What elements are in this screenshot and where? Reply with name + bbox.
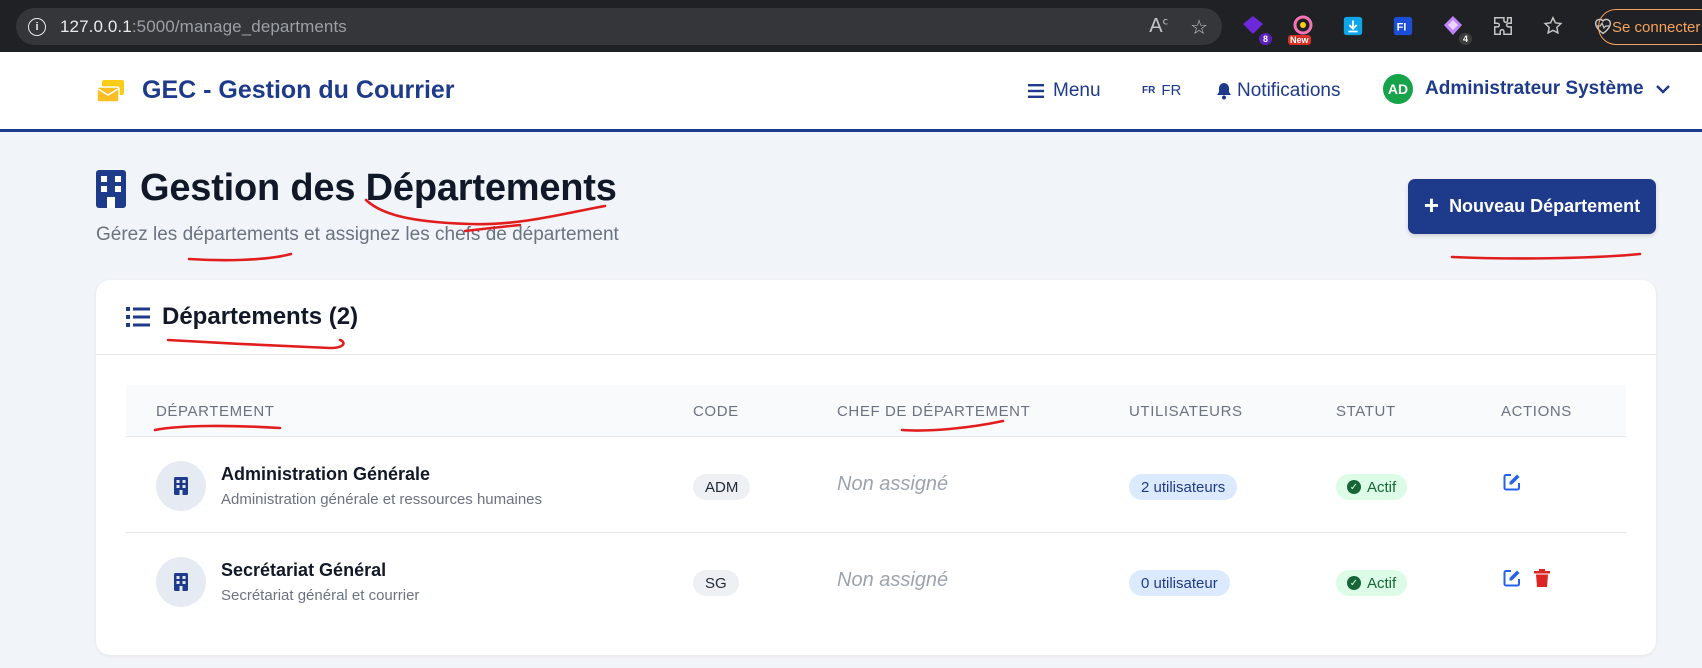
notifications-label: Notifications bbox=[1237, 80, 1341, 101]
departments-table: DÉPARTEMENT CODE CHEF DE DÉPARTEMENT UTI… bbox=[126, 385, 1626, 629]
menu-label: Menu bbox=[1053, 80, 1101, 101]
page-header: Gestion des Départements bbox=[96, 167, 617, 210]
app-navbar: GEC - Gestion du Courrier Menu FR FR Not… bbox=[0, 52, 1702, 132]
bell-icon bbox=[1217, 83, 1231, 100]
table-row: Administration Générale Administration g… bbox=[126, 437, 1626, 533]
browser-signin-button[interactable]: Se connecter bbox=[1598, 9, 1702, 45]
avatar: AD bbox=[1383, 74, 1413, 104]
card-title: Départements (2) bbox=[162, 303, 359, 330]
users-count-badge: 0 utilisateur bbox=[1129, 570, 1230, 596]
header-chef[interactable]: CHEF DE DÉPARTEMENT bbox=[837, 403, 1030, 420]
chevron-down-icon bbox=[1655, 85, 1670, 94]
status-badge: ✓ Actif bbox=[1336, 570, 1408, 596]
extension-new-icon[interactable]: New bbox=[1288, 12, 1318, 45]
trash-icon[interactable] bbox=[1531, 567, 1553, 589]
url-text[interactable]: 127.0.0.1:5000/manage_departments bbox=[60, 17, 347, 37]
edit-icon[interactable] bbox=[1501, 567, 1523, 589]
read-aloud-icon[interactable]: Aⅽ bbox=[1149, 15, 1168, 40]
department-description: Administration générale et ressources hu… bbox=[221, 491, 542, 508]
extension-fi-icon[interactable]: FI bbox=[1388, 12, 1418, 40]
department-chef: Non assigné bbox=[837, 569, 949, 591]
brand-title: GEC - Gestion du Courrier bbox=[142, 76, 455, 104]
header-code[interactable]: CODE bbox=[693, 403, 739, 420]
department-name: Administration Générale bbox=[221, 464, 431, 484]
row-actions bbox=[1501, 567, 1553, 589]
header-department[interactable]: DÉPARTEMENT bbox=[156, 403, 275, 420]
extension-gem-icon[interactable]: 4 bbox=[1438, 12, 1472, 45]
card-header: Départements (2) bbox=[96, 280, 1656, 355]
browser-toolbar: i 127.0.0.1:5000/manage_departments Aⅽ ☆… bbox=[0, 0, 1702, 52]
flag-icon: FR bbox=[1142, 85, 1156, 96]
table-header: DÉPARTEMENT CODE CHEF DE DÉPARTEMENT UTI… bbox=[126, 385, 1626, 437]
user-name: Administrateur Système bbox=[1425, 78, 1644, 99]
site-info-icon[interactable]: i bbox=[28, 17, 46, 36]
menu-toggle[interactable]: Menu bbox=[1028, 80, 1101, 102]
notifications-link[interactable]: Notifications bbox=[1216, 80, 1341, 102]
table-row: Secrétariat Général Secrétariat général … bbox=[126, 533, 1626, 629]
extensions-puzzle-icon[interactable] bbox=[1488, 12, 1518, 40]
plus-icon: + bbox=[1423, 190, 1440, 220]
brand[interactable]: GEC - Gestion du Courrier bbox=[96, 76, 455, 105]
check-circle-icon: ✓ bbox=[1347, 480, 1361, 494]
departments-card: Départements (2) DÉPARTEMENT CODE CHEF D… bbox=[96, 280, 1656, 655]
department-building-icon bbox=[156, 461, 206, 511]
new-department-label: Nouveau Département bbox=[1449, 196, 1641, 216]
department-description: Secrétariat général et courrier bbox=[221, 587, 420, 604]
header-actions: ACTIONS bbox=[1501, 403, 1572, 420]
download-icon[interactable] bbox=[1338, 12, 1368, 40]
building-icon bbox=[96, 169, 126, 208]
status-label: Actif bbox=[1367, 574, 1397, 592]
department-code: ADM bbox=[693, 474, 751, 500]
address-bar[interactable]: i 127.0.0.1:5000/manage_departments Aⅽ ☆ bbox=[16, 8, 1222, 45]
list-icon bbox=[126, 307, 150, 327]
envelope-logo-icon bbox=[96, 79, 124, 103]
language-selector[interactable]: FR FR bbox=[1142, 82, 1181, 99]
language-label: FR bbox=[1161, 82, 1182, 99]
status-label: Actif bbox=[1367, 478, 1397, 496]
favorite-star-icon[interactable]: ☆ bbox=[1190, 15, 1208, 40]
status-badge: ✓ Actif bbox=[1336, 474, 1408, 500]
department-building-icon bbox=[156, 557, 206, 607]
users-count-badge: 2 utilisateurs bbox=[1129, 474, 1238, 500]
check-circle-icon: ✓ bbox=[1347, 576, 1361, 590]
row-actions bbox=[1501, 471, 1523, 493]
department-name: Secrétariat Général bbox=[221, 560, 387, 580]
annotation-underline-subtitle-1 bbox=[187, 252, 293, 262]
annotation-underline-button bbox=[1450, 252, 1642, 260]
new-department-button[interactable]: + Nouveau Département bbox=[1408, 179, 1656, 234]
header-status[interactable]: STATUT bbox=[1336, 403, 1396, 420]
svg-text:FI: FI bbox=[1397, 22, 1407, 34]
extension-purple-icon[interactable]: 8 bbox=[1238, 12, 1272, 45]
hamburger-icon bbox=[1028, 84, 1044, 98]
department-chef: Non assigné bbox=[837, 473, 949, 495]
user-menu[interactable]: AD Administrateur Système bbox=[1383, 74, 1670, 104]
page-title: Gestion des Départements bbox=[140, 167, 617, 209]
edit-icon[interactable] bbox=[1501, 471, 1523, 493]
department-code: SG bbox=[693, 570, 739, 596]
page-subtitle: Gérez les départements et assignez les c… bbox=[96, 224, 619, 245]
favorites-icon[interactable] bbox=[1538, 12, 1568, 40]
header-users[interactable]: UTILISATEURS bbox=[1129, 403, 1243, 420]
